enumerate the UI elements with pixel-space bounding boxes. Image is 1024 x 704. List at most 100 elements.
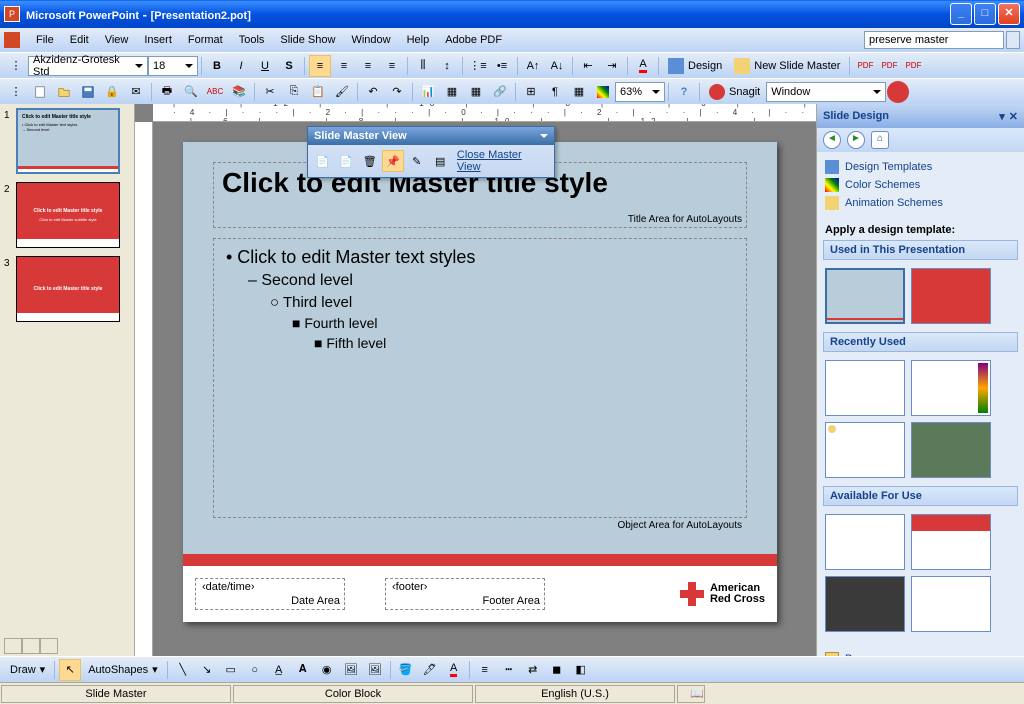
- close-master-view-button[interactable]: Close Master View: [453, 149, 550, 173]
- pdf-email-button[interactable]: PDF: [878, 55, 900, 77]
- increase-indent-button[interactable]: ⇥: [601, 55, 623, 77]
- open-button[interactable]: [53, 81, 75, 103]
- rename-master-button[interactable]: ✎: [406, 150, 427, 172]
- nav-back-button[interactable]: ◄: [823, 131, 841, 149]
- new-slide-master-button[interactable]: New Slide Master: [728, 55, 846, 77]
- tables-borders-button[interactable]: ▦: [465, 81, 487, 103]
- menu-adobe-pdf[interactable]: Adobe PDF: [437, 32, 510, 48]
- doc-icon[interactable]: [4, 32, 20, 48]
- design-templates-link[interactable]: Design Templates: [825, 158, 1016, 176]
- fill-color-button[interactable]: 🪣: [395, 659, 417, 681]
- clipart-button[interactable]: 🖼: [340, 659, 362, 681]
- menu-tools[interactable]: Tools: [231, 32, 273, 48]
- menu-help[interactable]: Help: [399, 32, 438, 48]
- vertical-ruler[interactable]: [135, 122, 153, 672]
- close-button[interactable]: ✕: [998, 3, 1020, 25]
- slide-master-canvas[interactable]: Click to edit Master title style Title A…: [183, 142, 777, 622]
- insert-chart-button[interactable]: 📊: [417, 81, 439, 103]
- permission-button[interactable]: 🔒: [101, 81, 123, 103]
- copy-button[interactable]: ⎘: [283, 81, 305, 103]
- footer-placeholder[interactable]: ‹footer› Footer Area: [385, 578, 545, 610]
- help-button[interactable]: ?: [673, 81, 695, 103]
- minimize-button[interactable]: _: [950, 3, 972, 25]
- italic-button[interactable]: I: [230, 55, 252, 77]
- preserve-master-button[interactable]: 📌: [382, 150, 403, 172]
- save-button[interactable]: [77, 81, 99, 103]
- body-placeholder[interactable]: • Click to edit Master text styles – Sec…: [213, 238, 747, 518]
- shadow-style-button[interactable]: ◼: [546, 659, 568, 681]
- taskpane-dropdown-icon[interactable]: ▾: [999, 110, 1005, 123]
- smv-titlebar[interactable]: Slide Master View: [308, 127, 554, 145]
- menu-slideshow[interactable]: Slide Show: [272, 32, 343, 48]
- menu-insert[interactable]: Insert: [136, 32, 180, 48]
- font-combo[interactable]: Akzidenz-Grotesk Std: [28, 56, 148, 76]
- status-spellcheck-icon[interactable]: 📖: [677, 685, 705, 703]
- diagram-button[interactable]: ◉: [316, 659, 338, 681]
- research-button[interactable]: 📚: [228, 81, 250, 103]
- align-center-button[interactable]: ≡: [333, 55, 355, 77]
- template-thumb[interactable]: [825, 360, 905, 416]
- slideshow-view-button[interactable]: [40, 638, 58, 654]
- insert-hyperlink-button[interactable]: 🔗: [489, 81, 511, 103]
- delete-master-button[interactable]: 🗑: [359, 150, 380, 172]
- menu-view[interactable]: View: [97, 32, 137, 48]
- insert-slide-master-button[interactable]: 📄: [312, 150, 333, 172]
- rectangle-button[interactable]: ▭: [220, 659, 242, 681]
- arrow-button[interactable]: ↘: [196, 659, 218, 681]
- template-thumb[interactable]: [911, 360, 991, 416]
- master-thumb-2[interactable]: Click to edit Master title style Click t…: [16, 182, 120, 248]
- textbox-button[interactable]: A̲: [268, 659, 290, 681]
- template-thumb[interactable]: [825, 576, 905, 632]
- insert-title-master-button[interactable]: 📄: [335, 150, 356, 172]
- increase-font-button[interactable]: A↑: [522, 55, 544, 77]
- slide-sorter-view-button[interactable]: [22, 638, 40, 654]
- zoom-combo[interactable]: 63%: [615, 82, 665, 102]
- slide-master-view-toolbar[interactable]: Slide Master View 📄 📄 🗑 📌 ✎ ▤ Close Mast…: [307, 126, 555, 178]
- insert-picture-button[interactable]: 🖼: [364, 659, 386, 681]
- slide-canvas-area[interactable]: Click to edit Master title style Title A…: [153, 122, 816, 672]
- status-language[interactable]: English (U.S.): [475, 685, 675, 703]
- show-formatting-button[interactable]: ¶: [544, 81, 566, 103]
- pdf-review-button[interactable]: PDF: [902, 55, 924, 77]
- toolbar-grip-2[interactable]: ⋮: [5, 81, 27, 103]
- menu-file[interactable]: File: [28, 32, 62, 48]
- animation-schemes-link[interactable]: Animation Schemes: [825, 194, 1016, 212]
- font-color-button[interactable]: A: [632, 55, 654, 77]
- nav-home-button[interactable]: ⌂: [871, 131, 889, 149]
- color-grayscale-button[interactable]: [592, 81, 614, 103]
- spelling-button[interactable]: ABC: [204, 81, 226, 103]
- arrow-style-button[interactable]: ⇄: [522, 659, 544, 681]
- line-style-button[interactable]: ≡: [474, 659, 496, 681]
- paste-button[interactable]: 📋: [307, 81, 329, 103]
- template-thumb[interactable]: [825, 514, 905, 570]
- autoshapes-menu[interactable]: AutoShapes ▾: [82, 659, 163, 681]
- dash-style-button[interactable]: ┅: [498, 659, 520, 681]
- menu-window[interactable]: Window: [343, 32, 398, 48]
- design-button[interactable]: Design: [662, 55, 728, 77]
- align-right-button[interactable]: ≡: [357, 55, 379, 77]
- snagit-button[interactable]: Snagit: [703, 81, 766, 103]
- bold-button[interactable]: B: [206, 55, 228, 77]
- select-objects-button[interactable]: ↖: [59, 659, 81, 681]
- master-thumb-1[interactable]: Click to edit Master title style • Click…: [16, 108, 120, 174]
- undo-button[interactable]: ↶: [362, 81, 384, 103]
- normal-view-button[interactable]: [4, 638, 22, 654]
- template-thumb[interactable]: [825, 422, 905, 478]
- align-justify-button[interactable]: ≡: [381, 55, 403, 77]
- underline-button[interactable]: U: [254, 55, 276, 77]
- pdf-convert-button[interactable]: PDF: [854, 55, 876, 77]
- decrease-indent-button[interactable]: ⇤: [577, 55, 599, 77]
- line-button[interactable]: ╲: [172, 659, 194, 681]
- oval-button[interactable]: ○: [244, 659, 266, 681]
- new-button[interactable]: [29, 81, 51, 103]
- bullets-button[interactable]: •≡: [491, 55, 513, 77]
- snagit-capture-button[interactable]: [887, 81, 909, 103]
- distribute-button[interactable]: ⫼: [412, 55, 434, 77]
- master-layout-button[interactable]: ▤: [429, 150, 450, 172]
- draw-menu[interactable]: Draw ▾: [4, 659, 51, 681]
- horizontal-ruler[interactable]: | · · · | · 12 · | · · · | · 10 · | · · …: [153, 104, 816, 122]
- menu-format[interactable]: Format: [180, 32, 231, 48]
- snagit-window-combo[interactable]: Window: [766, 82, 886, 102]
- template-thumb[interactable]: [911, 576, 991, 632]
- decrease-font-button[interactable]: A↓: [546, 55, 568, 77]
